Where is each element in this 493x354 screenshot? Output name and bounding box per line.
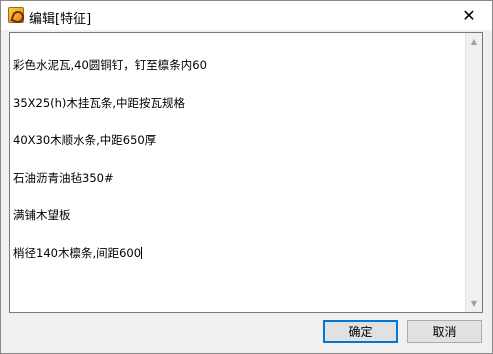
- text-line-4: 石油沥青油毡350#: [13, 170, 114, 185]
- cancel-button[interactable]: 取消: [407, 320, 482, 343]
- text-line-3: 40X30木顺水条,中距650厚: [13, 133, 157, 147]
- text-line-2: 35X25(h)木挂瓦条,中距按瓦规格: [13, 95, 186, 110]
- close-button[interactable]: ✕: [446, 1, 492, 30]
- text-line-6-wrap: 梢径140木檩条,间距600: [13, 245, 461, 260]
- scroll-down-arrow-icon[interactable]: ▼: [466, 295, 482, 312]
- feature-text-area[interactable]: 彩色水泥瓦,40圆铜钉，钉至檩条内60 35X25(h)木挂瓦条,中距按瓦规格 …: [9, 32, 483, 313]
- text-line-1: 彩色水泥瓦,40圆铜钉，钉至檩条内60: [13, 58, 207, 72]
- vertical-scrollbar[interactable]: ▲ ▼: [465, 33, 482, 312]
- window-title: 编辑[特征]: [29, 12, 92, 27]
- text-line-5: 满铺木望板: [13, 208, 71, 222]
- text-line-6: 梢径140木檩条,间距600: [13, 245, 142, 260]
- ok-button[interactable]: 确定: [323, 320, 398, 343]
- text-caret: [141, 246, 143, 259]
- feature-text-content[interactable]: 彩色水泥瓦,40圆铜钉，钉至檩条内60 35X25(h)木挂瓦条,中距按瓦规格 …: [13, 34, 461, 310]
- title-bar[interactable]: 编辑[特征] ✕: [1, 1, 492, 30]
- scroll-up-arrow-icon[interactable]: ▲: [466, 33, 482, 50]
- app-icon: [8, 7, 24, 23]
- edit-feature-dialog: 编辑[特征] ✕ 彩色水泥瓦,40圆铜钉，钉至檩条内60 35X25(h)木挂瓦…: [0, 0, 493, 354]
